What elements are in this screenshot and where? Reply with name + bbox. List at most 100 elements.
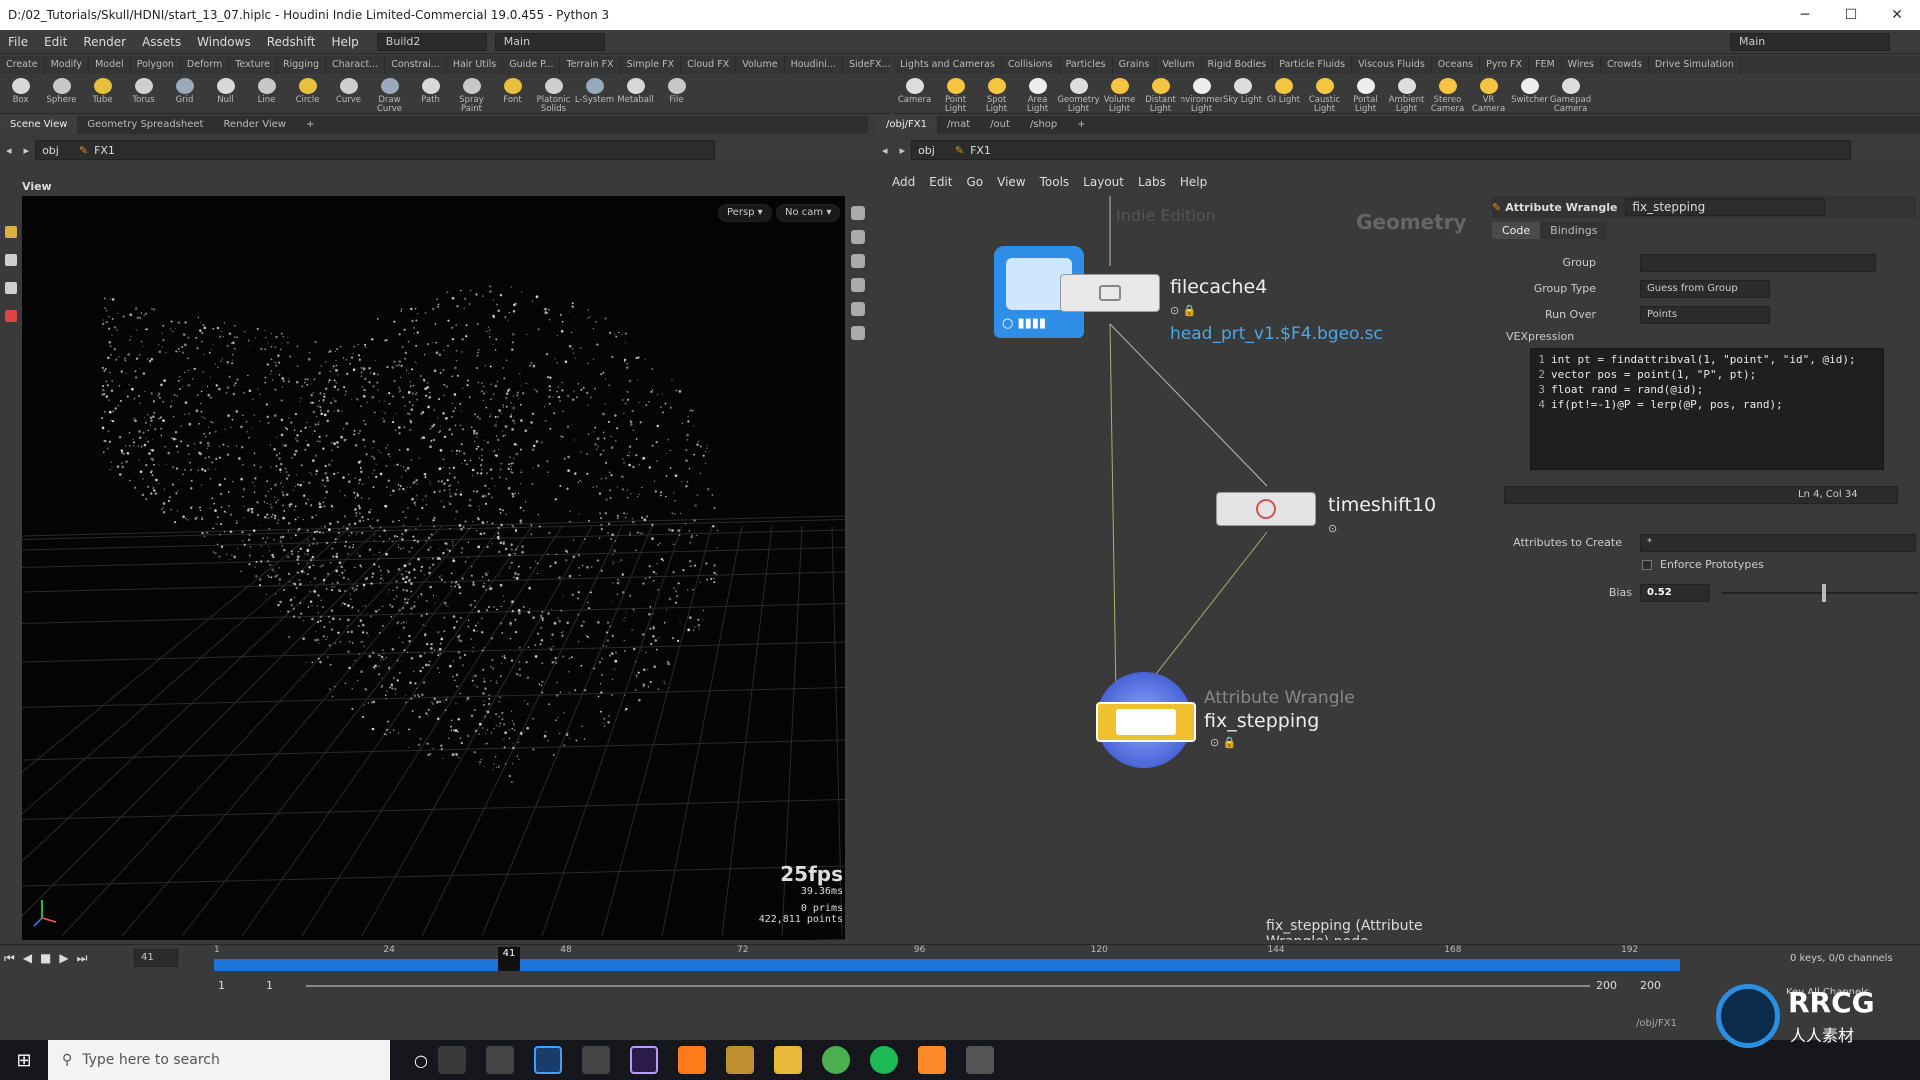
shelf-tool-font[interactable]: Font: [492, 74, 533, 114]
desktop-main-dropdown[interactable]: Main: [494, 32, 605, 51]
shelf-tab[interactable]: Charact...: [326, 56, 386, 74]
tab-code[interactable]: Code: [1492, 222, 1541, 239]
file-explorer-icon[interactable]: [773, 1046, 802, 1074]
shelf-tab[interactable]: Terrain FX: [560, 56, 621, 74]
shelf-tool-box[interactable]: Box: [0, 74, 41, 114]
shelf-tool-spray-paint[interactable]: Spray Paint: [451, 74, 492, 114]
houdini-icon[interactable]: [677, 1046, 706, 1074]
shelf-tab[interactable]: Lights and Cameras: [894, 56, 1002, 74]
maximize-button[interactable]: ☐: [1828, 0, 1874, 30]
menu-file[interactable]: File: [0, 35, 36, 49]
network-editor[interactable]: Indie Edition Geometry ○ ▮▮▮▮ filecache4…: [876, 196, 1486, 940]
shelf-tool-platonic-solids[interactable]: Platonic Solids: [533, 74, 574, 114]
app-icon[interactable]: [725, 1046, 754, 1074]
path-obj[interactable]: obj: [42, 144, 59, 157]
shelf-tool-vr-camera[interactable]: VR Camera: [1468, 74, 1509, 114]
vex-code-editor[interactable]: 1 int pt = findattribval(1, "point", "id"…: [1530, 348, 1884, 470]
taskbar-search[interactable]: ⚲ Type here to search: [48, 1040, 390, 1080]
shelf-tab[interactable]: Grains: [1113, 56, 1157, 74]
shelf-tool-sky-light[interactable]: Sky Light: [1222, 74, 1263, 114]
shelf-tool-ambient-light[interactable]: Ambient Light: [1386, 74, 1427, 114]
select-tool-icon[interactable]: [5, 226, 17, 238]
desktop-main-right-dropdown[interactable]: Main: [1730, 32, 1890, 51]
shelf-tool-line[interactable]: Line: [246, 74, 287, 114]
shelf-tool-gi-light[interactable]: GI Light: [1263, 74, 1304, 114]
bias-field[interactable]: 0.52: [1640, 584, 1710, 602]
run-over-dropdown[interactable]: Points: [1640, 306, 1770, 324]
windows-start-icon[interactable]: ⊞: [0, 1050, 48, 1071]
shelf-tab[interactable]: Create: [0, 56, 45, 74]
shelf-tab[interactable]: Polygon: [131, 56, 181, 74]
minimize-button[interactable]: ─: [1782, 0, 1828, 30]
rotate-tool-icon[interactable]: [5, 282, 17, 294]
shelf-tool-environment-light[interactable]: Environment Light: [1181, 74, 1222, 114]
range-end[interactable]: 200: [1596, 979, 1617, 992]
tab-mat[interactable]: /mat: [937, 116, 980, 134]
shelf-tool-spot-light[interactable]: Spot Light: [976, 74, 1017, 114]
shelf-tab[interactable]: Constrai...: [385, 56, 447, 74]
shelf-tab[interactable]: Hair Utils: [447, 56, 504, 74]
tab-shop[interactable]: /shop: [1020, 116, 1067, 134]
shelf-tool-portal-light[interactable]: Portal Light: [1345, 74, 1386, 114]
node-flags-icon[interactable]: ⊙: [1328, 522, 1337, 535]
shelf-tab[interactable]: Wires: [1562, 56, 1601, 74]
shelf-tool-torus[interactable]: Torus: [123, 74, 164, 114]
shelf-tool-grid[interactable]: Grid: [164, 74, 205, 114]
shelf-tool-gamepad-camera[interactable]: Gamepad Camera: [1550, 74, 1591, 114]
shelf-tab[interactable]: Model: [89, 56, 131, 74]
right-path-box[interactable]: obj ✎ FX1: [911, 140, 1852, 160]
scale-tool-icon[interactable]: [5, 310, 17, 322]
shelf-tool-curve[interactable]: Curve: [328, 74, 369, 114]
shelf-tab[interactable]: Particle Fluids: [1273, 56, 1353, 74]
app-icon[interactable]: [485, 1046, 514, 1074]
close-button[interactable]: ✕: [1874, 0, 1920, 30]
shelf-tool-metaball[interactable]: Metaball: [615, 74, 656, 114]
shelf-tab[interactable]: Guide P...: [503, 56, 561, 74]
first-frame-icon[interactable]: ⏮: [4, 951, 15, 966]
shelf-tab[interactable]: Volume: [736, 56, 785, 74]
snap-icon[interactable]: [851, 302, 865, 316]
shelf-tool-l-system[interactable]: L-System: [574, 74, 615, 114]
enforce-prototypes-checkbox[interactable]: [1642, 560, 1652, 570]
shelf-tool-tube[interactable]: Tube: [82, 74, 123, 114]
scene-viewport[interactable]: Persp ▾ No cam ▾ 25fps 39.36ms 0 prims 4…: [22, 196, 845, 940]
filecache-node[interactable]: [1060, 274, 1160, 312]
shelf-tab[interactable]: Particles: [1060, 56, 1113, 74]
range-slider[interactable]: [306, 985, 1590, 987]
menu-windows[interactable]: Windows: [189, 35, 259, 49]
shelf-tab[interactable]: Vellum: [1156, 56, 1202, 74]
menu-edit[interactable]: Edit: [36, 35, 75, 49]
spotify-icon[interactable]: [869, 1046, 898, 1074]
param-node-name-field[interactable]: fix_stepping: [1625, 198, 1826, 216]
shelf-tool-area-light[interactable]: Area Light: [1017, 74, 1058, 114]
shelf-tool-null[interactable]: Null: [205, 74, 246, 114]
shelf-tab[interactable]: Cloud FX: [681, 56, 737, 74]
path-node[interactable]: FX1: [970, 144, 991, 157]
back-arrow-icon[interactable]: ◂: [876, 144, 894, 157]
stop-icon[interactable]: ■: [40, 951, 51, 966]
attributes-to-create-field[interactable]: *: [1640, 534, 1916, 552]
forward-arrow-icon[interactable]: ▸: [894, 144, 912, 157]
add-tab-icon[interactable]: +: [296, 116, 324, 134]
lock-icon[interactable]: [851, 254, 865, 268]
timeshift-node-name[interactable]: timeshift10: [1328, 494, 1436, 516]
step-back-icon[interactable]: ◀: [23, 951, 32, 966]
group-field[interactable]: [1640, 254, 1876, 272]
tab-out[interactable]: /out: [980, 116, 1020, 134]
shelf-tab[interactable]: Pyro FX: [1480, 56, 1529, 74]
shelf-tool-camera[interactable]: Camera: [894, 74, 935, 114]
cortana-icon[interactable]: ○: [414, 1051, 428, 1070]
chrome-icon[interactable]: [821, 1046, 850, 1074]
bias-slider-handle[interactable]: [1821, 584, 1826, 602]
tab-bindings[interactable]: Bindings: [1540, 222, 1608, 239]
timeshift-node[interactable]: [1216, 492, 1316, 526]
tab-geometry-spreadsheet[interactable]: Geometry Spreadsheet: [77, 116, 213, 134]
menu-assets[interactable]: Assets: [134, 35, 189, 49]
photoshop-icon[interactable]: [533, 1046, 562, 1074]
light-icon[interactable]: [851, 278, 865, 292]
shelf-tool-file[interactable]: File: [656, 74, 697, 114]
shelf-tab[interactable]: Houdini...: [785, 56, 843, 74]
bias-slider-track[interactable]: [1722, 592, 1918, 594]
menu-redshift[interactable]: Redshift: [259, 35, 324, 49]
shelf-tab[interactable]: Crowds: [1601, 56, 1649, 74]
